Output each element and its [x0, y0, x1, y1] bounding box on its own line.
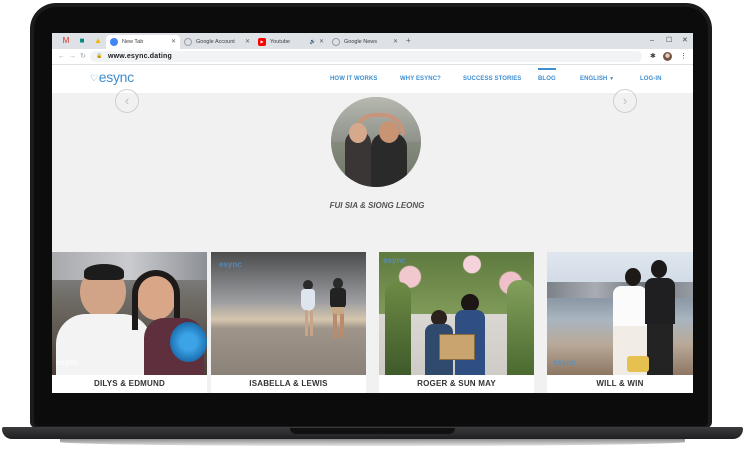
couple-name: WILL & WIN [596, 379, 644, 388]
maximize-button[interactable]: ☐ [666, 35, 672, 47]
next-arrow-icon[interactable]: › [613, 89, 637, 113]
couple-card[interactable]: esync ROGER & SUN MAY [379, 252, 534, 393]
heart-icon: ♡ [90, 73, 98, 83]
logo-text: esync [98, 69, 134, 85]
couple-portrait [331, 97, 421, 187]
prev-arrow-icon[interactable]: ‹ [115, 89, 139, 113]
tab-label: Youtube [270, 39, 290, 45]
menu-icon[interactable]: ⋮ [680, 51, 687, 62]
hero-testimonial: ‹ › FUI SIA & SIONG LEONG [52, 89, 693, 251]
couple-card[interactable]: esync ISABELLA & LEWIS [211, 252, 366, 393]
news-icon [332, 38, 340, 46]
esync-logo[interactable]: ♡esync [90, 69, 134, 85]
new-tab-button[interactable]: + [406, 35, 411, 47]
couple-card[interactable]: esync WILL & WIN [547, 252, 693, 393]
speaker-icon[interactable]: 🔊 [310, 35, 316, 49]
nav-how-it-works[interactable]: HOW IT WORKS [330, 76, 378, 82]
esync-watermark: esync [56, 358, 79, 367]
laptop-notch [290, 428, 455, 434]
reload-icon[interactable]: ↻ [80, 50, 86, 63]
lock-icon[interactable]: 🔒 [96, 51, 102, 62]
nav-success-stories[interactable]: SUCCESS STORIES [463, 76, 521, 82]
nav-log-in[interactable]: LOG-IN [640, 76, 662, 82]
esync-watermark: esync [219, 260, 242, 269]
esync-watermark: esync [383, 256, 406, 265]
chrome-icon [110, 38, 118, 46]
url-text: www.esync.dating [108, 53, 173, 60]
close-icon[interactable]: ✕ [319, 35, 324, 49]
tab-label: New Tab [122, 39, 144, 45]
youtube-icon: ▶ [258, 38, 266, 46]
nav-why-esync[interactable]: WHY ESYNC? [400, 76, 441, 82]
minimize-button[interactable]: – [650, 35, 654, 47]
address-bar[interactable]: 🔒 www.esync.dating [90, 51, 642, 62]
couples-gallery: esync DILYS & EDMUND esync ISABELLA & LE… [52, 252, 693, 393]
meet-icon[interactable]: ■ [76, 36, 88, 46]
tab-youtube[interactable]: ▶ Youtube 🔊 ✕ [254, 35, 328, 49]
hero-couple-name: FUI SIA & SIONG LEONG [329, 201, 425, 210]
tab-new-tab[interactable]: New Tab ✕ [106, 35, 180, 49]
laptop-shadow [60, 438, 685, 446]
close-icon[interactable]: ✕ [393, 35, 398, 49]
couple-name: DILYS & EDMUND [94, 379, 165, 388]
forward-icon[interactable]: → [69, 50, 76, 63]
chevron-down-icon: ▼ [609, 76, 615, 82]
language-label: ENGLISH [580, 76, 608, 82]
google-icon [184, 38, 192, 46]
couple-name: ISABELLA & LEWIS [249, 379, 328, 388]
laptop-frame: M ■ ▲ New Tab ✕ Google Account ✕ ▶ Youtu… [0, 0, 745, 450]
tab-strip: M ■ ▲ New Tab ✕ Google Account ✕ ▶ Youtu… [52, 33, 693, 49]
back-icon[interactable]: ← [58, 50, 65, 63]
couple-photo: esync [547, 252, 693, 375]
tab-label: Google News [344, 39, 378, 45]
couple-name: ROGER & SUN MAY [417, 379, 496, 388]
esync-watermark: esync [553, 358, 576, 367]
browser-toolbar: ← → ↻ 🔒 www.esync.dating ✱ ⋮ [52, 49, 693, 65]
extensions-icon[interactable]: ✱ [650, 51, 656, 62]
gmail-icon[interactable]: M [60, 36, 72, 46]
browser-window: M ■ ▲ New Tab ✕ Google Account ✕ ▶ Youtu… [52, 33, 693, 393]
couple-card[interactable]: esync DILYS & EDMUND [52, 252, 207, 393]
couple-photo: esync [211, 252, 366, 375]
nav-blog[interactable]: BLOG [538, 68, 556, 82]
tab-google-news[interactable]: Google News ✕ [328, 35, 402, 49]
nav-language[interactable]: ENGLISH ▼ [580, 76, 614, 82]
tab-google-account[interactable]: Google Account ✕ [180, 35, 254, 49]
tab-label: Google Account [196, 39, 235, 45]
couple-photo: esync [379, 252, 534, 375]
site-header: ♡esync HOW IT WORKS WHY ESYNC? SUCCESS S… [52, 65, 693, 93]
profile-avatar[interactable] [663, 52, 672, 61]
drive-icon[interactable]: ▲ [92, 36, 104, 46]
close-window-button[interactable]: ✕ [682, 35, 688, 47]
close-icon[interactable]: ✕ [245, 35, 250, 49]
close-icon[interactable]: ✕ [171, 35, 176, 49]
couple-photo: esync [52, 252, 207, 375]
